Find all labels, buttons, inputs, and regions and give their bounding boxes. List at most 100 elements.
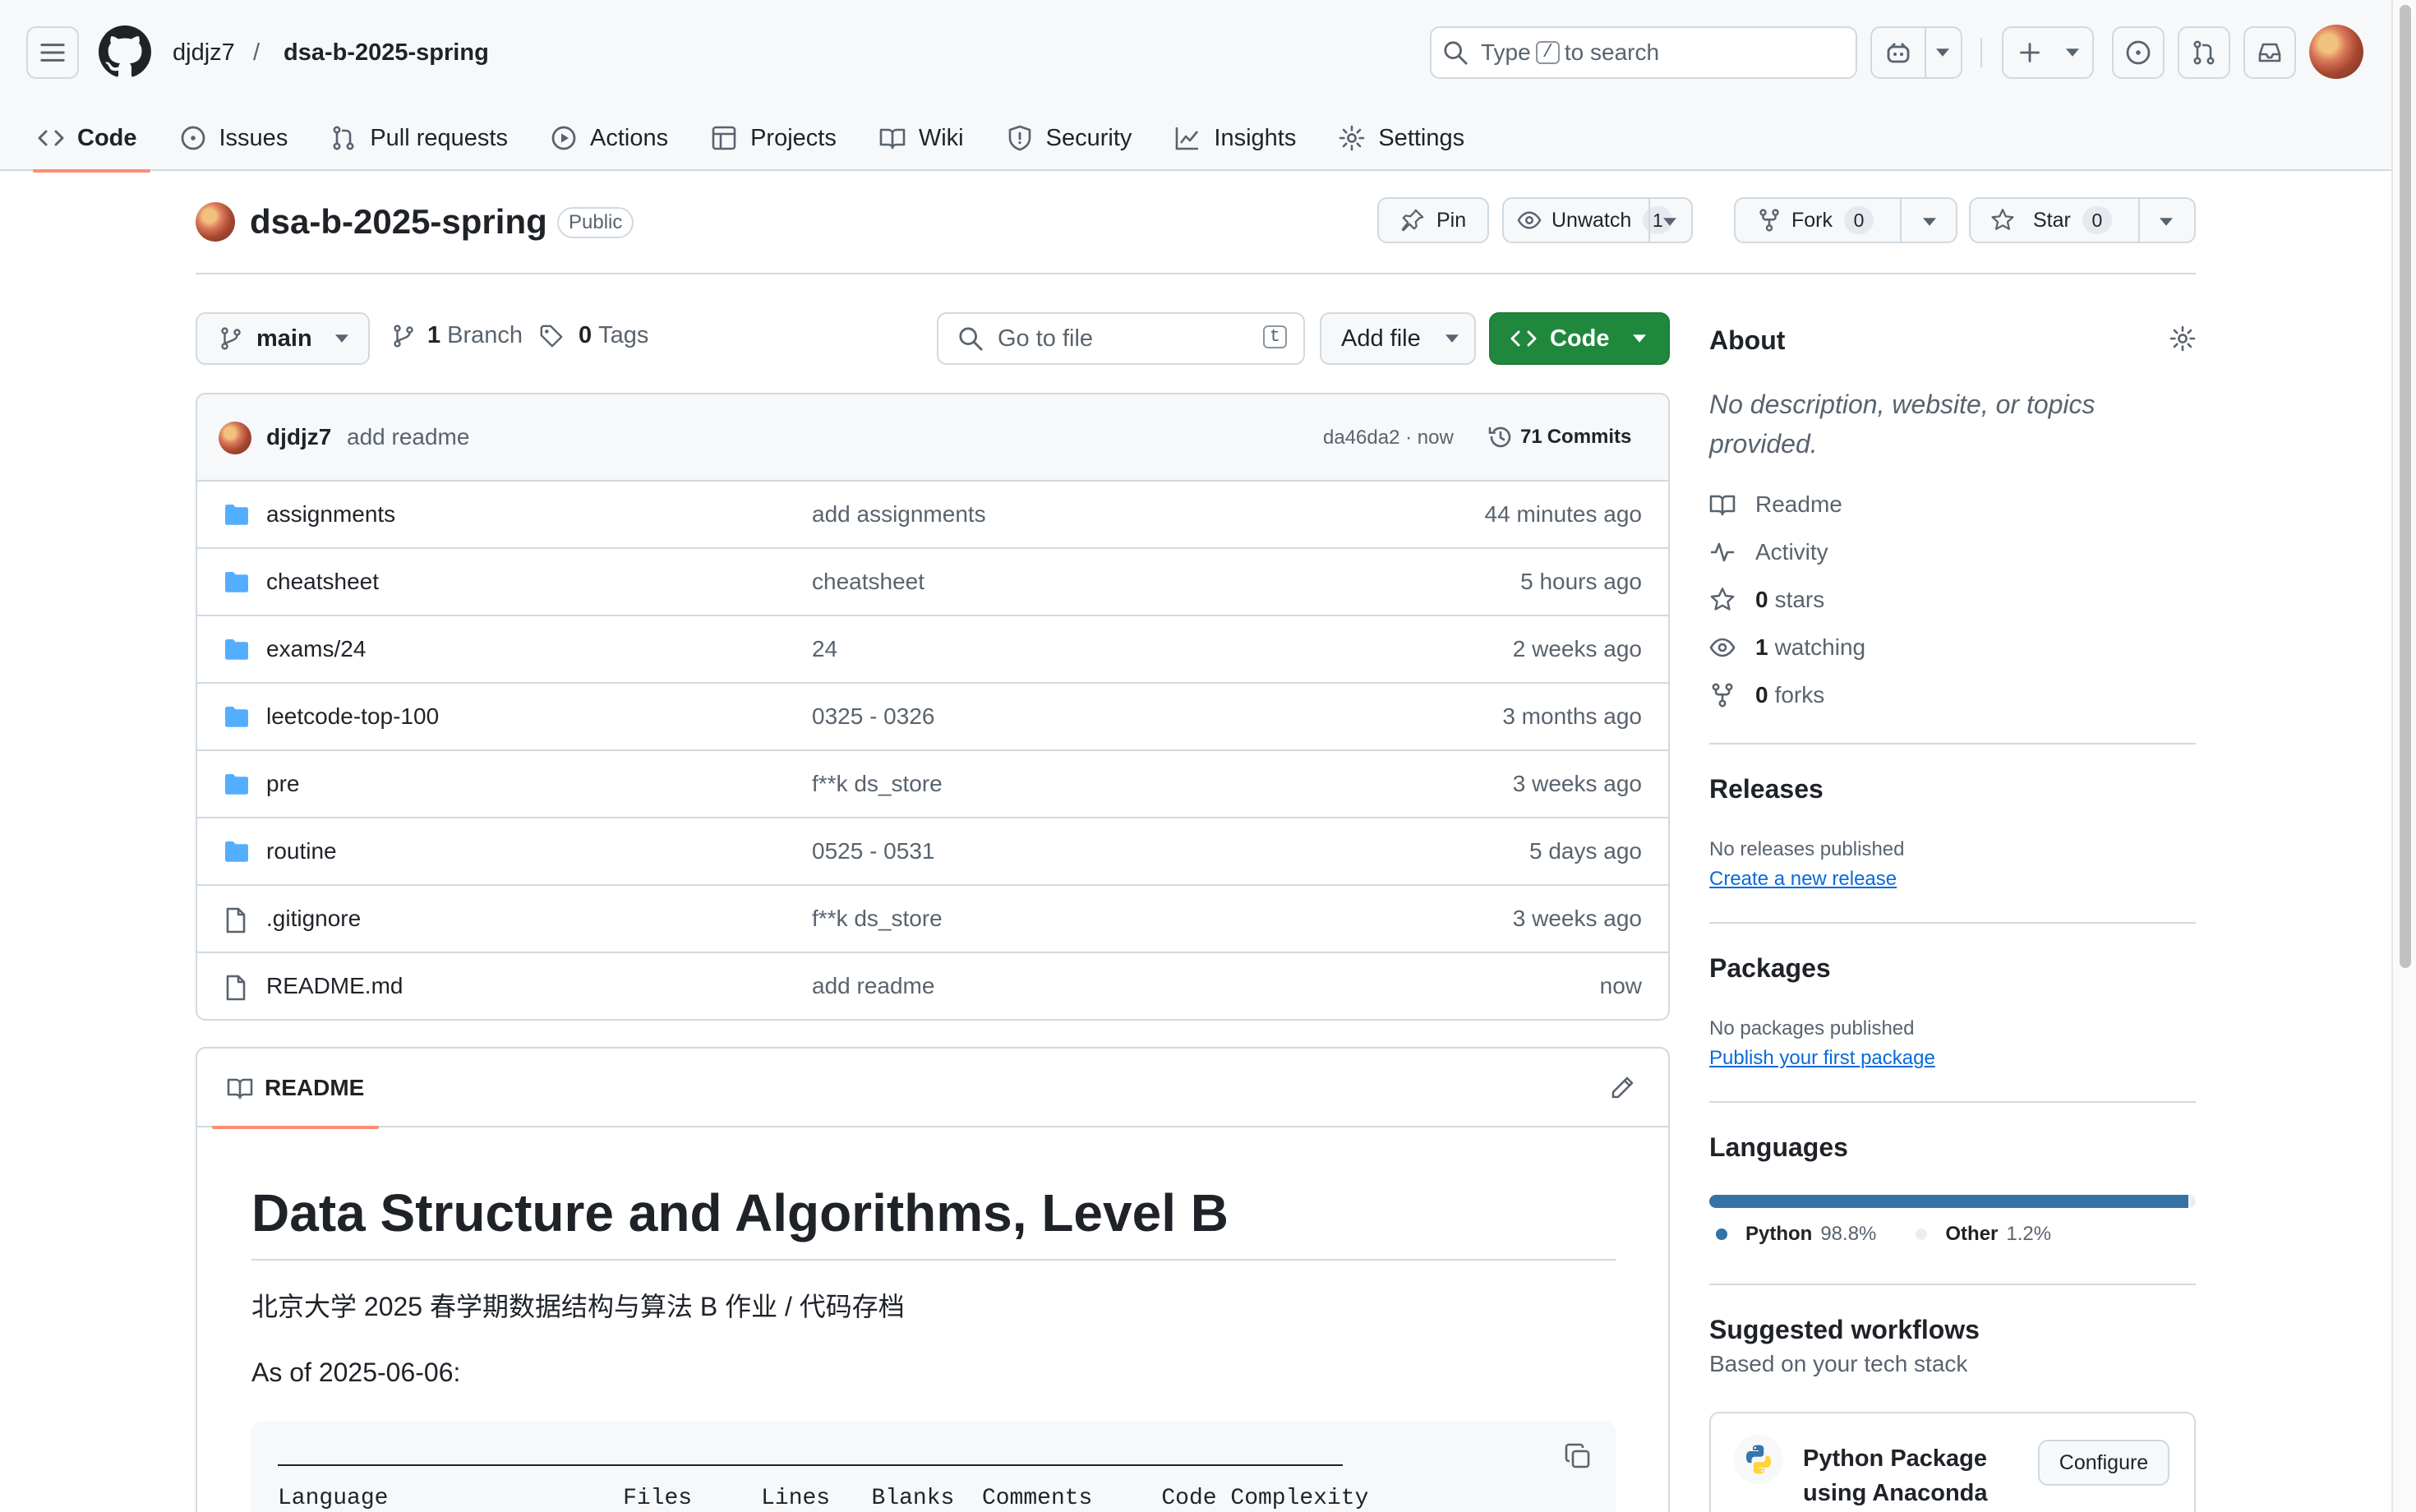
file-commit-message[interactable]: add readme	[812, 971, 934, 1001]
tag-count-link[interactable]: 0 Tags	[539, 322, 648, 349]
commit-author-avatar[interactable]	[219, 422, 251, 454]
file-name[interactable]: leetcode-top-100	[266, 702, 439, 731]
languages-heading: Languages	[1709, 1132, 1848, 1162]
repo-link[interactable]: dsa-b-2025-spring	[284, 36, 489, 69]
file-name[interactable]: routine	[266, 837, 337, 866]
tab-issues[interactable]: Issues	[167, 105, 302, 171]
tab-code[interactable]: Code	[25, 105, 150, 173]
tab-security[interactable]: Security	[994, 105, 1146, 171]
owner-link[interactable]: djdjz7	[173, 36, 235, 69]
go-to-file-input[interactable]: Go to file t	[937, 312, 1305, 365]
btn-split	[1648, 199, 1650, 242]
watching-link[interactable]: 1 watching	[1709, 634, 1865, 661]
file-commit-message[interactable]: 0325 - 0326	[812, 702, 934, 731]
file-row[interactable]: assignments add assignments 44 minutes ago	[197, 482, 1668, 549]
commit-author[interactable]: djdjz7	[266, 422, 331, 452]
file-name[interactable]: README.md	[266, 971, 403, 1001]
fork-button[interactable]: Fork 0	[1734, 197, 1957, 243]
add-file-button[interactable]: Add file	[1320, 312, 1476, 365]
sidebar-divider	[1709, 1101, 2196, 1103]
fork-icon	[1759, 209, 1779, 232]
commit-count-label: Commits	[1547, 426, 1632, 448]
file-row[interactable]: routine 0525 - 0531 5 days ago	[197, 818, 1668, 886]
create-new-button[interactable]	[2002, 26, 2094, 79]
repo-title[interactable]: dsa-b-2025-spring	[250, 201, 547, 243]
github-logo-icon[interactable]	[99, 25, 151, 78]
header-divider	[1980, 38, 1982, 67]
chevron-down-icon[interactable]	[2160, 217, 2173, 227]
commit-hash[interactable]: da46da2	[1323, 426, 1399, 449]
tab-projects[interactable]: Projects	[698, 105, 850, 171]
file-row[interactable]: leetcode-top-100 0325 - 0326 3 months ago	[197, 684, 1668, 751]
code-button[interactable]: Code	[1489, 312, 1670, 365]
publish-package-link[interactable]: Publish your first package	[1709, 1047, 1935, 1070]
file-commit-message[interactable]: f**k ds_store	[812, 904, 943, 933]
file-name[interactable]: .gitignore	[266, 904, 361, 933]
readme-link[interactable]: Readme	[1709, 491, 1842, 518]
copilot-button[interactable]	[1870, 26, 1962, 79]
pin-button[interactable]: Pin	[1377, 197, 1489, 243]
chevron-down-icon	[1632, 334, 1646, 343]
branch-count-link[interactable]: 1 Branch	[391, 322, 523, 349]
file-commit-message[interactable]: f**k ds_store	[812, 769, 943, 799]
file-row[interactable]: cheatsheet cheatsheet 5 hours ago	[197, 549, 1668, 616]
inbox-button[interactable]	[2243, 26, 2296, 79]
file-row[interactable]: README.md add readme now	[197, 953, 1668, 1019]
chevron-down-icon[interactable]	[1923, 217, 1936, 227]
code-table-header: Language Files Lines Blanks Comments Cod…	[278, 1486, 1369, 1511]
readme-tab[interactable]: README	[212, 1049, 380, 1129]
user-avatar[interactable]	[2309, 25, 2363, 79]
global-header: djdjz7 / dsa-b-2025-spring Type / to sea…	[0, 0, 2391, 173]
configure-button[interactable]: Configure	[2038, 1440, 2169, 1486]
language-name-python[interactable]: Python	[1745, 1223, 1812, 1246]
file-commit-message[interactable]: 0525 - 0531	[812, 837, 934, 866]
tab-pull-requests[interactable]: Pull requests	[317, 105, 521, 171]
gear-icon[interactable]	[2169, 325, 2196, 352]
file-name[interactable]: pre	[266, 769, 299, 799]
file-row[interactable]: exams/24 24 2 weeks ago	[197, 616, 1668, 684]
copy-icon[interactable]	[1565, 1443, 1591, 1469]
issues-button[interactable]	[2112, 26, 2165, 79]
folder-icon	[225, 707, 248, 727]
menu-button[interactable]	[26, 26, 79, 79]
folder-icon	[225, 639, 248, 660]
page-scrollbar[interactable]	[2391, 0, 2416, 1512]
activity-link[interactable]: Activity	[1709, 539, 1828, 565]
folder-icon	[225, 505, 248, 525]
star-button[interactable]: Star 0	[1969, 197, 2196, 243]
readme-subtitle: 北京大学 2025 春学期数据结构与算法 B 作业 / 代码存档	[251, 1292, 905, 1321]
forks-link[interactable]: 0 forks	[1709, 682, 1824, 708]
file-commit-message[interactable]: cheatsheet	[812, 567, 924, 597]
owner-avatar[interactable]	[196, 202, 235, 242]
stars-link[interactable]: 0 stars	[1709, 587, 1824, 613]
tag-icon	[540, 325, 563, 347]
file-commit-message[interactable]: add assignments	[812, 500, 986, 529]
file-row[interactable]: .gitignore f**k ds_store 3 weeks ago	[197, 886, 1668, 953]
go-to-file-placeholder: Go to file	[998, 325, 1094, 352]
file-name[interactable]: assignments	[266, 500, 395, 529]
commit-message[interactable]: add readme	[347, 422, 469, 452]
file-name[interactable]: cheatsheet	[266, 567, 379, 597]
tab-wiki[interactable]: Wiki	[866, 105, 977, 171]
tab-insights[interactable]: Insights	[1161, 105, 1309, 171]
pull-requests-button[interactable]	[2178, 26, 2230, 79]
create-release-link[interactable]: Create a new release	[1709, 868, 1897, 891]
file-name[interactable]: exams/24	[266, 634, 366, 664]
pin-label: Pin	[1436, 208, 1467, 232]
branch-selector[interactable]: main	[196, 312, 370, 365]
file-row[interactable]: pre f**k ds_store 3 weeks ago	[197, 751, 1668, 818]
pencil-icon[interactable]	[1609, 1075, 1635, 1101]
chevron-down-icon[interactable]	[1663, 217, 1676, 227]
tab-actions[interactable]: Actions	[537, 105, 681, 171]
commit-count: 71	[1520, 426, 1542, 448]
packages-heading[interactable]: Packages	[1709, 952, 1831, 984]
global-search[interactable]: Type / to search	[1430, 26, 1857, 79]
tab-label: Issues	[219, 124, 288, 151]
scrollbar-thumb[interactable]	[2400, 5, 2411, 968]
language-bar	[1709, 1195, 2196, 1208]
file-commit-message[interactable]: 24	[812, 634, 837, 664]
tab-settings[interactable]: Settings	[1326, 105, 1478, 171]
commits-link[interactable]: 71 Commits	[1487, 422, 1631, 452]
unwatch-button[interactable]: Unwatch 1	[1502, 197, 1693, 243]
releases-heading[interactable]: Releases	[1709, 772, 1824, 805]
